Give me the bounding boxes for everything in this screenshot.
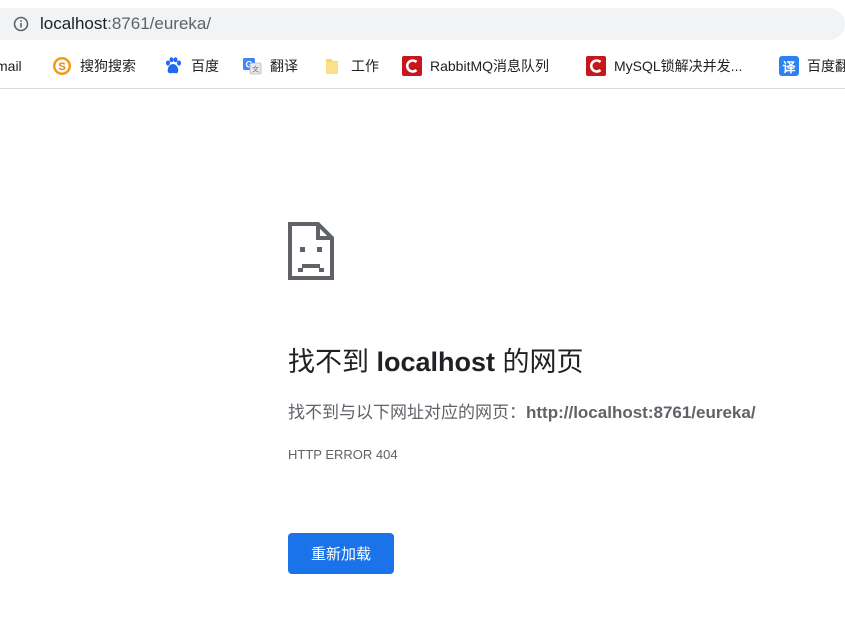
bookmark-label: 搜狗搜索 [80,58,136,74]
reload-button[interactable]: 重新加载 [288,533,394,574]
error-title-suffix: 的网页 [495,347,584,377]
csdn-icon [402,56,422,76]
error-description: 找不到与以下网址对应的网页：http://localhost:8761/eure… [288,398,756,423]
error-description-url: http://localhost:8761/eureka/ [526,403,756,422]
error-title-host: localhost [376,347,496,377]
bookmark-gmail[interactable]: mail [0,55,22,77]
google-translate-icon: G 文 [242,56,262,76]
address-bar[interactable]: localhost:8761/eureka/ [0,8,845,40]
sad-page-icon [288,222,334,280]
bookmark-label: 百度翻 [807,58,845,74]
translate-icon: 译 [779,56,799,76]
error-content: 找不到 localhost 的网页 找不到与以下网址对应的网页：http://l… [288,222,838,574]
browser-chrome: localhost:8761/eureka/ mail S 搜狗搜索 百度 G … [0,0,845,89]
omnibox-row: localhost:8761/eureka/ [0,0,845,48]
bookmark-baidu[interactable]: 百度 [163,55,219,77]
url-path: :8761/eureka/ [107,14,212,33]
error-title-prefix: 找不到 [288,347,377,377]
baidu-paw-icon [163,56,183,76]
folder-icon [323,56,343,76]
bookmark-mysql[interactable]: MySQL锁解决并发... [586,55,742,77]
bookmark-sogou[interactable]: S 搜狗搜索 [52,55,136,77]
bookmark-label: 百度 [191,58,219,74]
svg-text:文: 文 [252,65,259,74]
bookmark-folder-work[interactable]: 工作 [323,55,379,77]
bookmark-baidu-translate[interactable]: 译 百度翻 [779,55,845,77]
url-host: localhost [40,14,108,33]
bookmark-label: RabbitMQ消息队列 [430,58,550,74]
url-text[interactable]: localhost:8761/eureka/ [40,14,211,34]
error-code: HTTP ERROR 404 [288,447,398,462]
error-description-text: 找不到与以下网址对应的网页： [288,403,526,422]
csdn-icon [586,56,606,76]
bookmark-label: 翻译 [270,58,298,74]
svg-text:S: S [58,61,65,73]
bookmarks-bar: mail S 搜狗搜索 百度 G 文 翻译 工作 RabbitMQ消息队列 My… [0,48,845,84]
sogou-icon: S [52,56,72,76]
bookmark-label: MySQL锁解决并发... [614,58,743,74]
info-icon[interactable] [13,16,29,32]
bookmark-label: mail [0,58,22,74]
error-title: 找不到 localhost 的网页 [288,340,584,379]
bookmark-translate[interactable]: G 文 翻译 [242,55,298,77]
bookmark-rabbitmq[interactable]: RabbitMQ消息队列 [402,55,549,77]
bookmark-label: 工作 [351,58,379,74]
